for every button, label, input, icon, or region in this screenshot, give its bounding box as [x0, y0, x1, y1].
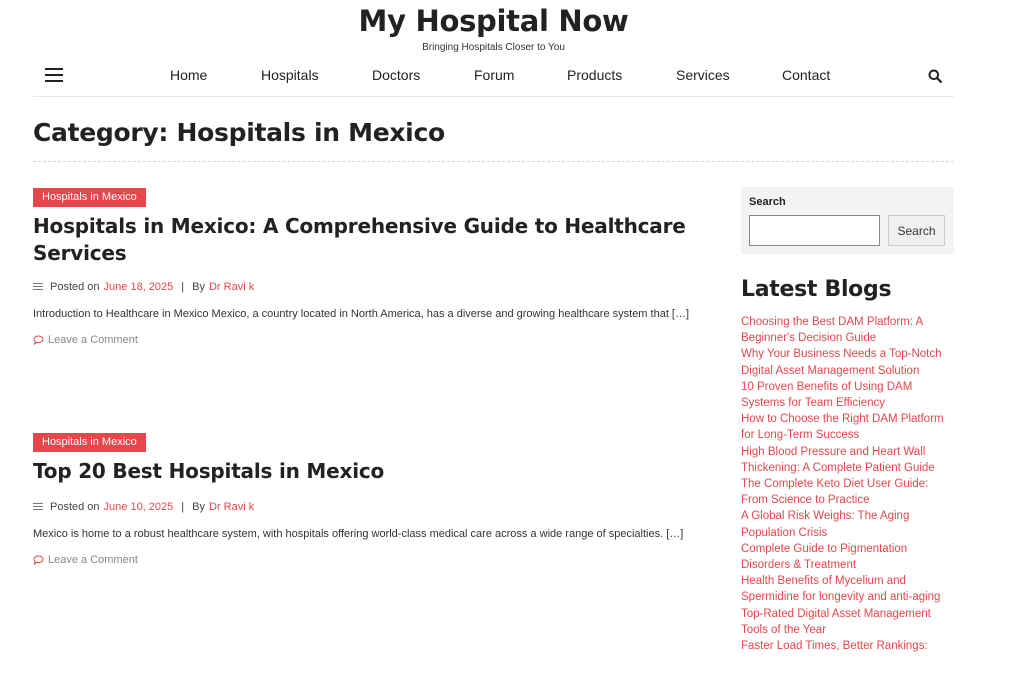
post-item: Hospitals in Mexico Hospitals in Mexico:… — [33, 187, 713, 346]
post-excerpt: Mexico is home to a robust healthcare sy… — [33, 528, 684, 540]
nav-item-home[interactable]: Home — [170, 67, 207, 83]
search-label: Search — [749, 196, 786, 208]
comment-icon — [33, 335, 44, 345]
meta-separator: | — [181, 281, 185, 293]
site-title[interactable]: My Hospital Now — [0, 4, 987, 38]
nav-item-services[interactable]: Services — [676, 67, 730, 83]
search-widget: Search Search — [741, 187, 954, 254]
latest-blog-link[interactable]: Complete Guide to Pigmentation Disorders… — [741, 541, 955, 573]
posted-on-label: Posted on — [50, 501, 100, 513]
post-meta: Posted on June 10, 2025 | By Dr Ravi k — [33, 501, 713, 513]
latest-blog-link[interactable]: Why Your Business Needs a Top-Notch Digi… — [741, 346, 955, 378]
nav-item-contact[interactable]: Contact — [782, 67, 830, 83]
leave-comment-link[interactable]: Leave a Comment — [33, 554, 713, 566]
site-header: My Hospital Now Bringing Hospitals Close… — [0, 0, 987, 56]
author-link[interactable]: Dr Ravi k — [209, 281, 254, 293]
nav-item-doctors[interactable]: Doctors — [372, 67, 420, 83]
search-icon[interactable] — [928, 69, 942, 83]
by-label: By — [192, 281, 205, 293]
nav-item-hospitals[interactable]: Hospitals — [261, 67, 319, 83]
latest-blog-link[interactable]: Health Benefits of Mycelium and Spermidi… — [741, 573, 955, 605]
latest-blog-link[interactable]: Top-Rated Digital Asset Management Tools… — [741, 606, 955, 638]
list-icon — [33, 503, 43, 511]
post-title[interactable]: Top 20 Best Hospitals in Mexico — [33, 458, 713, 485]
nav-item-products[interactable]: Products — [567, 67, 622, 83]
nav-item-forum[interactable]: Forum — [474, 67, 514, 83]
search-button[interactable]: Search — [888, 215, 945, 246]
post-date-link[interactable]: June 18, 2025 — [104, 281, 174, 293]
page-title: Category: Hospitals in Mexico — [33, 118, 445, 147]
post-title[interactable]: Hospitals in Mexico: A Comprehensive Gui… — [33, 213, 713, 267]
latest-blog-link[interactable]: Choosing the Best DAM Platform: A Beginn… — [741, 314, 955, 346]
latest-blog-link[interactable]: Faster Load Times, Better Rankings: — [741, 638, 955, 654]
category-badge[interactable]: Hospitals in Mexico — [33, 433, 146, 452]
post-item: Hospitals in Mexico Top 20 Best Hospital… — [33, 432, 713, 566]
latest-blogs-title: Latest Blogs — [741, 277, 892, 302]
post-date-link[interactable]: June 10, 2025 — [104, 501, 174, 513]
comment-label: Leave a Comment — [48, 334, 138, 346]
site-tagline: Bringing Hospitals Closer to You — [422, 42, 565, 53]
latest-blog-link[interactable]: The Complete Keto Diet User Guide: From … — [741, 476, 955, 508]
latest-blog-link[interactable]: High Blood Pressure and Heart Wall Thick… — [741, 444, 955, 476]
sidebar: Search Search Latest Blogs Choosing the … — [741, 187, 954, 652]
latest-blog-link[interactable]: A Global Risk Weighs: The Aging Populati… — [741, 508, 955, 540]
category-badge[interactable]: Hospitals in Mexico — [33, 188, 146, 207]
author-link[interactable]: Dr Ravi k — [209, 501, 254, 513]
comment-icon — [33, 555, 44, 565]
comment-label: Leave a Comment — [48, 554, 138, 566]
posted-on-label: Posted on — [50, 281, 100, 293]
title-divider — [33, 161, 954, 162]
latest-blogs-list: Choosing the Best DAM Platform: A Beginn… — [741, 314, 955, 654]
main-navigation: Home Hospitals Doctors Forum Products Se… — [33, 60, 954, 97]
hamburger-menu-icon[interactable] — [45, 68, 63, 82]
post-excerpt: Introduction to Healthcare in Mexico Mex… — [33, 308, 690, 320]
meta-separator: | — [181, 501, 185, 513]
leave-comment-link[interactable]: Leave a Comment — [33, 334, 713, 346]
search-input[interactable] — [749, 215, 880, 246]
latest-blog-link[interactable]: How to Choose the Right DAM Platform for… — [741, 411, 955, 443]
list-icon — [33, 283, 43, 291]
by-label: By — [192, 501, 205, 513]
post-meta: Posted on June 18, 2025 | By Dr Ravi k — [33, 281, 713, 293]
latest-blog-link[interactable]: 10 Proven Benefits of Using DAM Systems … — [741, 379, 955, 411]
